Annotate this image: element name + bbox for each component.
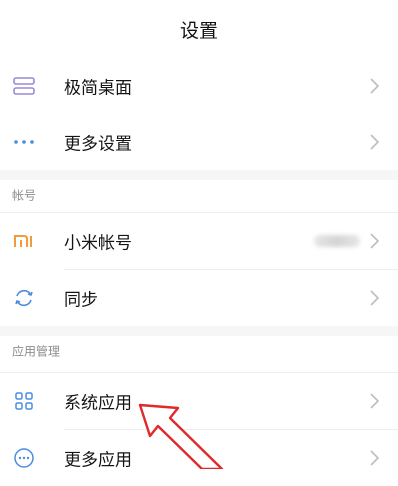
chevron-right-icon (370, 233, 380, 249)
section-gap (0, 326, 398, 336)
chevron-right-icon (370, 393, 380, 409)
row-minimal-desktop[interactable]: 极简桌面 (0, 58, 398, 114)
row-label: 更多应用 (64, 450, 132, 471)
row-system-apps[interactable]: 系统应用 (0, 373, 398, 429)
row-more-apps[interactable]: 更多应用 (0, 430, 398, 486)
account-id-blurred (314, 235, 360, 247)
section-header-account: 帐号 (0, 180, 398, 210)
chevron-right-icon (370, 78, 380, 94)
grid-icon (12, 389, 36, 413)
row-label: 极简桌面 (64, 78, 132, 99)
row-label: 更多设置 (64, 134, 132, 155)
row-label: 系统应用 (64, 393, 132, 414)
chevron-right-icon (370, 290, 380, 306)
mi-logo-icon (12, 229, 36, 253)
section-label: 帐号 (12, 188, 37, 203)
row-label: 同步 (64, 290, 98, 311)
row-mi-account[interactable]: 小米帐号 (0, 213, 398, 269)
section-gap (0, 170, 398, 180)
page-title: 设置 (179, 19, 218, 42)
section-header-app-management: 应用管理 (0, 336, 398, 366)
chevron-right-icon (370, 134, 380, 150)
row-sync[interactable]: 同步 (0, 270, 398, 326)
chevron-right-icon (370, 450, 380, 466)
layers-icon (12, 74, 36, 98)
row-more-settings[interactable]: 更多设置 (0, 114, 398, 170)
more-circle-icon (12, 446, 36, 470)
row-label: 小米帐号 (64, 233, 132, 254)
section-label: 应用管理 (12, 344, 61, 359)
ellipsis-icon (12, 130, 36, 154)
sync-icon (12, 286, 36, 310)
